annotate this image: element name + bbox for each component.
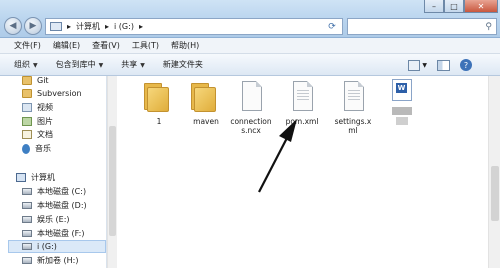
sidebar-item-documents[interactable]: 文档 (22, 128, 53, 141)
address-segment-drive[interactable]: i (G:) (114, 22, 134, 31)
sidebar-item-label: 文档 (37, 130, 53, 139)
file-list: 1 maven connections.ncx pom.xml settings… (118, 76, 488, 268)
navigation-pane: Git Subversion 视频 图片 文档 音乐 计算机 本地磁盘 (C:)… (0, 76, 107, 268)
menu-edit[interactable]: 编辑(E) (53, 40, 80, 51)
picture-library-icon (22, 117, 32, 126)
menu-file[interactable]: 文件(F) (14, 40, 41, 51)
sidebar-item-label: Subversion (37, 89, 82, 98)
address-separator: ▸ (138, 22, 143, 31)
sidebar-item-subversion[interactable]: Subversion (22, 87, 82, 100)
file-list-scrollbar[interactable] (488, 76, 500, 268)
navigation-scrollbar[interactable] (107, 76, 117, 268)
sidebar-item-git[interactable]: Git (22, 74, 49, 87)
sidebar-item-label: 音乐 (35, 144, 51, 153)
chevron-down-icon: ▼ (422, 61, 427, 69)
preview-pane-button[interactable] (437, 59, 450, 71)
change-view-button[interactable]: ▼ (408, 59, 427, 71)
forward-button[interactable]: ▶ (24, 17, 42, 35)
sidebar-item-label: i (G:) (37, 242, 57, 251)
close-button[interactable]: ✕ (464, 0, 498, 13)
annotation-arrow (258, 119, 297, 193)
sidebar-item-drive-c[interactable]: 本地磁盘 (C:) (22, 185, 86, 198)
drive-icon (22, 257, 32, 264)
sidebar-item-music[interactable]: 音乐 (22, 142, 51, 155)
folder-icon (22, 89, 32, 98)
folder-icon (22, 76, 32, 85)
computer-icon (16, 173, 26, 182)
drive-icon (22, 216, 32, 223)
drive-icon (22, 230, 32, 237)
sidebar-item-label: 娱乐 (E:) (37, 215, 70, 224)
annotation-arrow-head (279, 119, 297, 142)
refresh-icon[interactable]: ⟳ (324, 19, 340, 34)
video-library-icon (22, 103, 32, 112)
annotation-arrow-shaft (258, 135, 289, 193)
sidebar-item-label: 计算机 (31, 173, 55, 182)
sidebar-item-label: 新加卷 (H:) (37, 256, 79, 265)
scrollbar-thumb[interactable] (491, 166, 499, 221)
address-separator: ▸ (67, 22, 72, 31)
sidebar-item-label: Git (37, 76, 49, 85)
search-icon: ⚲ (485, 21, 492, 32)
chevron-down-icon: ▼ (98, 62, 104, 69)
title-bar: ◀ ▶ ▸ 计算机 ▸ i (G:) ▸ ⟳ ⚲ – □ ✕ (0, 0, 500, 38)
address-separator: ▸ (105, 22, 110, 31)
sidebar-item-drive-g[interactable]: i (G:) (8, 240, 106, 253)
chevron-down-icon: ▼ (140, 62, 145, 69)
view-controls: ▼ ? (408, 59, 472, 71)
address-segment-computer[interactable]: 计算机 (76, 21, 100, 32)
sidebar-item-drive-d[interactable]: 本地磁盘 (D:) (22, 199, 87, 212)
sidebar-item-label: 本地磁盘 (F:) (37, 229, 85, 238)
drive-icon (22, 202, 32, 209)
organize-label: 组织 (14, 60, 30, 69)
window-controls: – □ ✕ (424, 0, 498, 14)
menu-tools[interactable]: 工具(T) (132, 40, 159, 51)
drive-icon (22, 188, 32, 195)
include-in-library-button[interactable]: 包含到库中 ▼ (56, 59, 104, 70)
document-library-icon (22, 130, 32, 139)
include-in-library-label: 包含到库中 (55, 60, 96, 69)
sidebar-item-drive-f[interactable]: 本地磁盘 (F:) (22, 227, 84, 240)
share-button[interactable]: 共享 ▼ (121, 59, 145, 70)
menu-help[interactable]: 帮助(H) (171, 40, 199, 51)
menu-view[interactable]: 查看(V) (92, 40, 120, 51)
sidebar-item-pictures[interactable]: 图片 (22, 115, 53, 128)
sidebar-item-label: 视频 (37, 103, 53, 112)
sidebar-item-videos[interactable]: 视频 (22, 101, 53, 114)
scrollbar-thumb[interactable] (109, 126, 116, 236)
new-folder-button[interactable]: 新建文件夹 (163, 59, 203, 70)
sidebar-item-drive-e[interactable]: 娱乐 (E:) (22, 213, 70, 226)
drive-icon (22, 243, 32, 250)
search-input[interactable]: ⚲ (347, 18, 497, 35)
address-bar[interactable]: ▸ 计算机 ▸ i (G:) ▸ (45, 18, 343, 35)
share-label: 共享 (121, 60, 138, 69)
computer-icon (50, 22, 62, 31)
chevron-down-icon: ▼ (33, 62, 38, 69)
maximize-button[interactable]: □ (444, 0, 464, 13)
menu-bar: 文件(F) 编辑(E) 查看(V) 工具(T) 帮助(H) (0, 38, 500, 54)
music-library-icon (22, 143, 30, 154)
sidebar-item-drive-h[interactable]: 新加卷 (H:) (22, 254, 79, 267)
view-icon (408, 59, 421, 71)
minimize-button[interactable]: – (424, 0, 444, 13)
sidebar-item-label: 本地磁盘 (D:) (37, 201, 87, 210)
organize-button[interactable]: 组织 ▼ (14, 59, 38, 70)
sidebar-item-computer[interactable]: 计算机 (16, 171, 55, 184)
back-button[interactable]: ◀ (4, 17, 22, 35)
sidebar-item-label: 本地磁盘 (C:) (37, 187, 87, 196)
help-icon[interactable]: ? (460, 59, 472, 71)
sidebar-item-label: 图片 (37, 117, 53, 126)
